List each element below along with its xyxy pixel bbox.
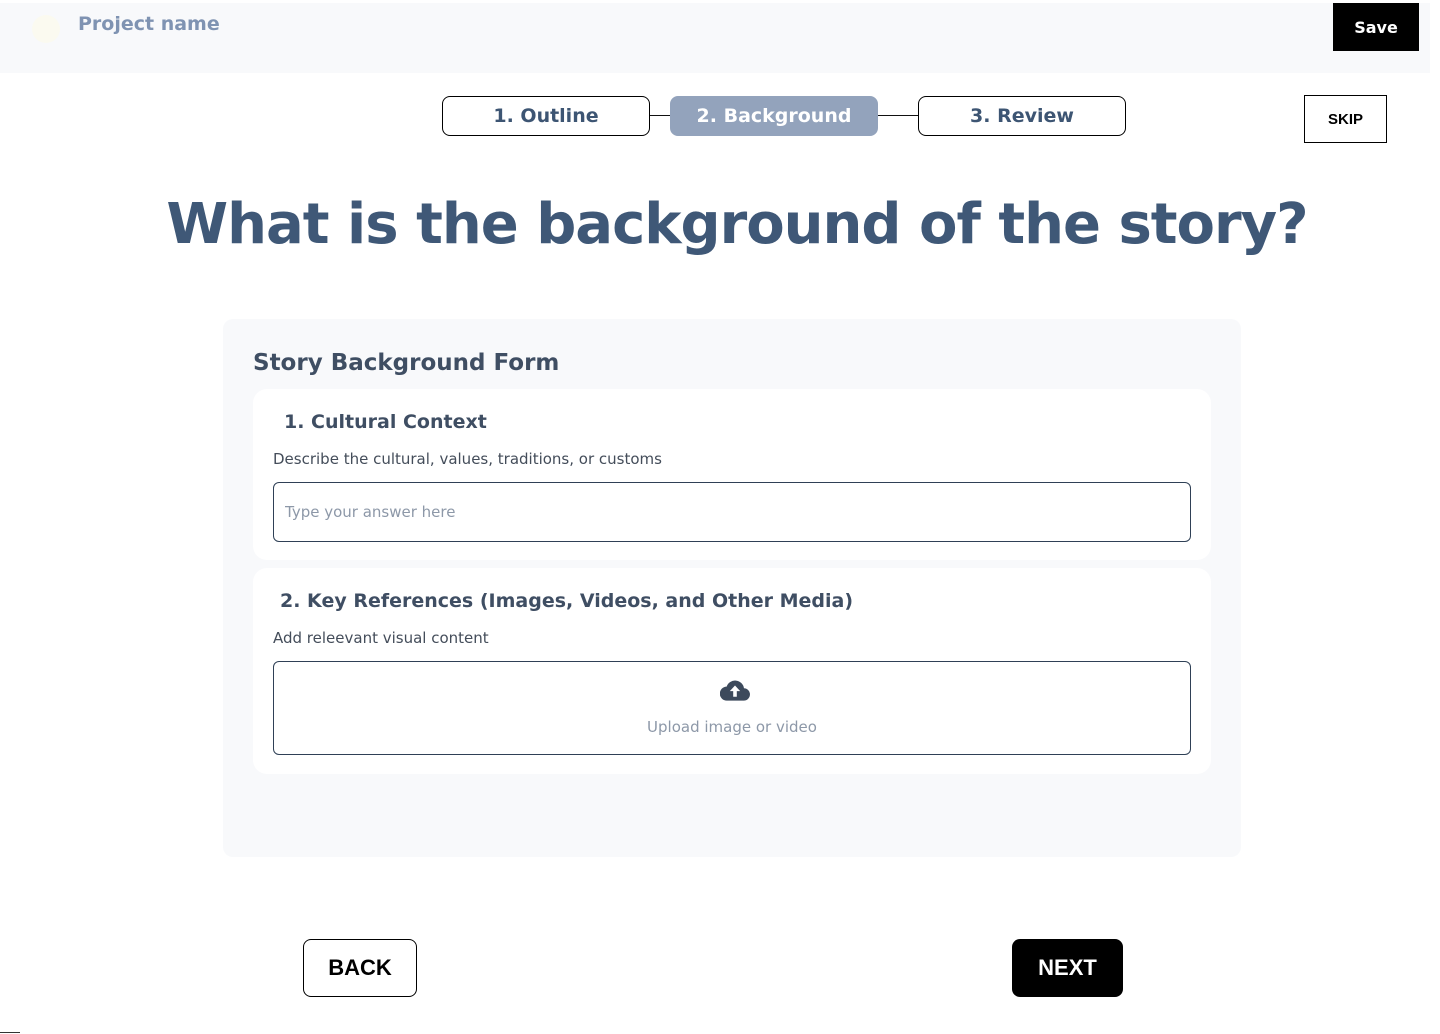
question-description: Describe the cultural, values, tradition… [273, 450, 662, 468]
back-button[interactable]: BACK [303, 939, 417, 997]
step-review[interactable]: 3. Review [918, 96, 1126, 136]
stepper-connector [650, 115, 670, 116]
stepper-connector [878, 115, 918, 116]
cultural-context-input[interactable] [273, 482, 1191, 542]
step-background[interactable]: 2. Background [670, 96, 878, 136]
next-button[interactable]: NEXT [1012, 939, 1123, 997]
question-title: 1. Cultural Context [284, 411, 487, 433]
top-bar: Project name [0, 3, 1430, 73]
question-description: Add releevant visual content [273, 629, 489, 647]
project-name[interactable]: Project name [78, 13, 220, 35]
skip-button[interactable]: SKIP [1304, 95, 1387, 143]
upload-dropzone[interactable]: Upload image or video [273, 661, 1191, 755]
divider [0, 1032, 20, 1033]
form-title: Story Background Form [253, 350, 560, 376]
step-outline[interactable]: 1. Outline [442, 96, 650, 136]
upload-label: Upload image or video [647, 718, 817, 736]
cloud-upload-icon [720, 680, 750, 701]
page-title: What is the background of the story? [166, 192, 1308, 257]
logo [32, 15, 60, 43]
save-button[interactable]: Save [1333, 3, 1419, 51]
question-title: 2. Key References (Images, Videos, and O… [280, 590, 854, 612]
